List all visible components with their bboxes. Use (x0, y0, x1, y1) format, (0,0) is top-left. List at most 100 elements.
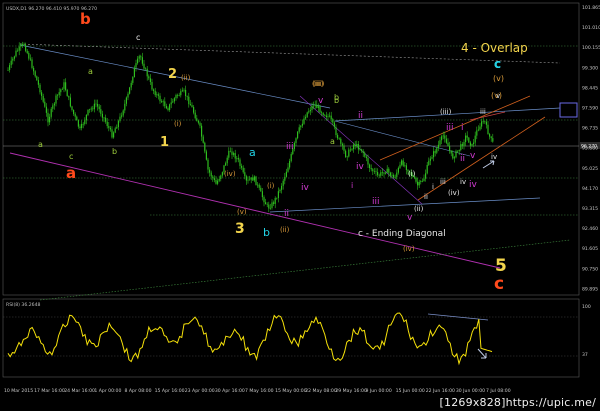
candle-body (306, 112, 308, 117)
price-y-tick-label: 89.895 (582, 286, 598, 292)
candle-body (151, 82, 153, 90)
candle-body (130, 82, 132, 88)
candle-body (415, 177, 417, 182)
candle-body (188, 96, 190, 105)
candle-body (317, 106, 319, 108)
candle-body (285, 171, 287, 177)
candle-body (321, 112, 323, 114)
candle-body (450, 150, 452, 154)
candle-body (479, 126, 481, 130)
candle-body (391, 174, 393, 176)
wave-label: v (318, 96, 324, 106)
candle-body (377, 171, 379, 176)
candle-body (340, 138, 342, 144)
candle-body (457, 150, 459, 152)
candle-body (453, 157, 455, 159)
candle-body (266, 204, 268, 205)
candle-body (106, 121, 108, 127)
candle-body (209, 169, 211, 173)
candle-body (161, 101, 163, 103)
candle-body (274, 198, 276, 204)
candle-body (180, 91, 182, 96)
candle-body (47, 112, 49, 123)
candle-body (31, 59, 33, 68)
candle-body (225, 163, 227, 166)
wave-label: iv (356, 162, 365, 172)
candle-body (244, 172, 246, 177)
candle-body (39, 84, 41, 93)
candle-body (281, 185, 283, 190)
wave-label: 5 (495, 256, 507, 276)
candle-body (370, 168, 372, 170)
candle-body (202, 136, 204, 143)
candle-body (375, 171, 377, 172)
candle-body (362, 150, 364, 154)
candle-body (258, 184, 260, 188)
candle-body (458, 149, 460, 152)
candle-body (431, 157, 433, 159)
candle-body (85, 114, 87, 121)
candle-body (68, 96, 70, 98)
x-tick-label: 30 Jun 00:00 (456, 388, 485, 394)
candle-body (13, 56, 15, 59)
candle-body (29, 58, 31, 60)
oscillator-y-tick-label: 100 (582, 304, 591, 310)
candle-body (229, 150, 231, 152)
candle-body (252, 177, 254, 181)
wave-label: c (69, 152, 73, 161)
wave-label: iii (440, 178, 446, 186)
x-tick-label: 22 Jun 16:00 (426, 388, 455, 394)
x-tick-label: 23 Apr 00:00 (185, 388, 215, 394)
candle-body (313, 105, 315, 107)
candle-body (10, 60, 12, 66)
wave-label: iv (491, 153, 497, 161)
candle-body (164, 101, 166, 107)
candle-body (319, 106, 321, 113)
candle-body (239, 159, 241, 166)
candle-body (357, 144, 359, 150)
candle-body (210, 172, 212, 177)
candle-body (373, 171, 375, 172)
wave-label: (iv) (448, 189, 460, 197)
candle-body (103, 117, 105, 119)
candle-body (26, 50, 28, 54)
candle-body (61, 88, 63, 90)
candle-body (378, 175, 380, 176)
wave-label: ii (358, 111, 363, 121)
candle-body (60, 89, 62, 93)
candle-body (111, 129, 113, 138)
wave-label: (ii) (414, 205, 424, 213)
candle-body (33, 67, 35, 72)
candle-body (265, 202, 267, 205)
candle-body (44, 101, 46, 107)
candle-body (418, 181, 420, 186)
candle-body (98, 106, 100, 110)
wave-c-cyan-annotation: c (494, 57, 501, 71)
candle-body (353, 144, 355, 150)
candle-body (73, 109, 75, 114)
x-tick-label: 7 Jul 08:00 (486, 388, 511, 394)
x-tick-label: 8 Apr 08:00 (125, 388, 152, 394)
candle-body (372, 169, 374, 172)
wave-label: c (136, 33, 140, 42)
candle-body (37, 80, 39, 85)
candle-body (153, 89, 155, 91)
candle-body (365, 156, 367, 159)
x-tick-label: 30 Apr 16:00 (215, 388, 245, 394)
watermark: [1269x828]https://upic.me/ (439, 396, 596, 409)
candle-body (132, 77, 134, 83)
candle-body (380, 172, 382, 176)
candle-body (34, 71, 36, 77)
candle-body (121, 115, 123, 117)
candle-body (178, 95, 180, 96)
wave-label: (i) (267, 182, 275, 190)
candle-body (401, 160, 403, 165)
candle-body (482, 121, 484, 122)
candle-body (279, 189, 281, 192)
candle-body (167, 108, 169, 110)
candle-body (433, 151, 435, 158)
candle-body (231, 151, 233, 155)
candle-body (100, 109, 102, 114)
candle-body (455, 150, 457, 158)
candle-body (49, 116, 51, 123)
